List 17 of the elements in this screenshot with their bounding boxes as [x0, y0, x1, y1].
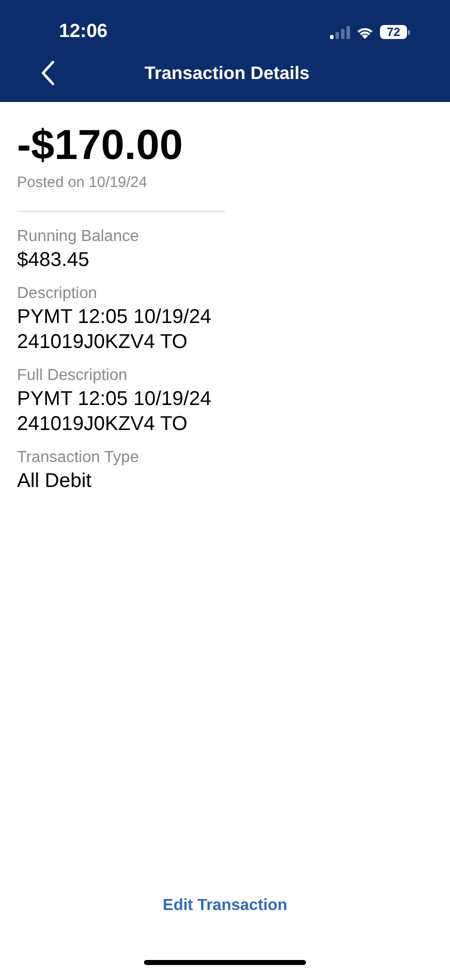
edit-transaction-link[interactable]: Edit Transaction [0, 894, 450, 918]
screen-title: Transaction Details [144, 62, 310, 84]
wifi-icon [356, 26, 374, 38]
field-label: Transaction Type [17, 448, 140, 468]
battery-level: 72 [380, 25, 407, 39]
field-value: PYMT 12:05 10/19/24 241019J0KZV4 TO [17, 304, 212, 354]
field-value: $483.45 [17, 248, 90, 272]
field-label: Running Balance [17, 226, 140, 246]
field-label: Description [17, 284, 98, 304]
signal-icon [330, 26, 350, 38]
field-value: All Debit [17, 468, 92, 494]
status-time: 12:06 [59, 20, 108, 44]
chevron-left-icon [41, 60, 55, 86]
posted-date: Posted on 10/19/24 [17, 173, 148, 193]
field-value: PYMT 12:05 10/19/24 241019J0KZV4 TO [17, 386, 212, 436]
transaction-amount: -$170.00 [17, 120, 184, 170]
field-label: Full Description [17, 366, 128, 386]
